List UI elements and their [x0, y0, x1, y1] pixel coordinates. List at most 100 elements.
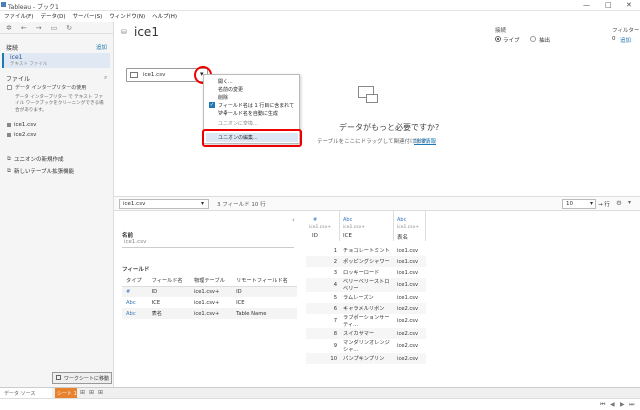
table-select[interactable]: ice1.csv ▾: [119, 199, 209, 209]
menu-help[interactable]: ヘルプ(H): [152, 12, 177, 20]
table-row[interactable]: # ID ice1.csv+ ID: [122, 286, 297, 297]
live-radio[interactable]: [495, 36, 501, 42]
table-row[interactable]: 4 ベリーベリーストロベリー ice1.csv: [306, 278, 426, 292]
maximize-button[interactable]: □: [605, 1, 612, 9]
connection-mode-label: 接続: [495, 28, 507, 34]
ice-cell: パンプキンプリン: [343, 356, 385, 362]
rows-input[interactable]: 10 ▾: [562, 199, 596, 209]
table-row[interactable]: 8 スイカサマー ice2.csv: [306, 328, 426, 339]
new-union-item[interactable]: ⧉ ユニオンの新規作成: [7, 155, 63, 164]
tableau-home-icon[interactable]: ✲: [6, 24, 12, 32]
table-name-cell: ice2.csv: [397, 330, 419, 337]
file-name: ice2.csv: [14, 132, 37, 138]
table-row[interactable]: Abc 表名 ice1.csv+ Table Name: [122, 308, 297, 319]
learn-more-link[interactable]: 詳細情報: [414, 137, 436, 145]
live-label: ライブ: [503, 38, 520, 44]
id-cell: 4: [333, 282, 337, 288]
nav-last-icon[interactable]: ⏭: [629, 401, 634, 409]
close-button[interactable]: ✕: [626, 1, 632, 9]
save-icon[interactable]: ▭: [51, 24, 58, 32]
nav-next-icon[interactable]: ▶: [620, 401, 625, 408]
table-row[interactable]: 9 マンダリンオレンジシャ... ice2.csv: [306, 339, 426, 353]
grid-body: 1 チョコレートミント ice1.csv 2 ポッピングシャワー ice1.csv 3ロ…: [306, 245, 426, 364]
type-cell[interactable]: Abc: [122, 297, 148, 308]
new-story-icon[interactable]: ⊞: [98, 389, 103, 396]
collapse-icon[interactable]: ‹: [292, 216, 295, 224]
nav-prev-icon[interactable]: ◀: [610, 401, 615, 408]
go-to-sheet-button[interactable]: ワークシートに移動: [52, 372, 112, 384]
menu-item-rename[interactable]: 名前の変更: [218, 86, 243, 93]
gear-icon[interactable]: ⚙: [616, 199, 622, 207]
name-field[interactable]: ice1.csv: [122, 238, 294, 248]
header-source: ice1.csv+: [309, 225, 332, 230]
interpreter-checkbox[interactable]: [7, 85, 12, 90]
table-name-cell: ice1.csv: [397, 282, 419, 288]
table-row[interactable]: 2 ポッピングシャワー ice1.csv: [306, 256, 426, 267]
add-connection-link[interactable]: 追加: [96, 43, 107, 51]
type-icon[interactable]: Abc: [343, 217, 352, 223]
menu-item-delete[interactable]: 削除: [218, 94, 228, 101]
search-icon[interactable]: ⌕: [104, 74, 107, 82]
new-dashboard-icon[interactable]: ⊞: [89, 389, 94, 396]
menu-item-open[interactable]: 開く...: [218, 78, 233, 85]
table-row[interactable]: Abc ICE ice1.csv+ ICE: [122, 297, 297, 308]
menu-item-convert-union[interactable]: ユニオンに変換...: [218, 120, 258, 125]
menu-item-generate-field-names[interactable]: フィールド名を自動に生成: [218, 110, 278, 117]
table-row[interactable]: 6 キャラメルリボン ice2.csv: [306, 303, 426, 314]
new-table-extension-item[interactable]: ⧉ 新しいテーブル拡張機能: [7, 167, 74, 176]
interpreter-desc: データ インタープリター で テキスト ファイル ワークブックをクリーニングでき…: [15, 95, 104, 113]
table-pill-label: ice1.csv: [143, 72, 166, 78]
col-remote-header[interactable]: リモートフィールド名: [232, 275, 297, 286]
id-cell: 8: [333, 330, 337, 337]
menu-server[interactable]: サーバー(S): [73, 12, 103, 20]
files-label: ファイル: [6, 76, 31, 83]
menu-window[interactable]: ウィンドウ(N): [109, 12, 145, 20]
window-title: Tableau - ブック1: [8, 4, 59, 11]
table-row[interactable]: 3 ロッキーロード ice1.csv: [306, 267, 426, 278]
id-cell: 6: [333, 305, 337, 312]
col-table-header[interactable]: 物理テーブル: [190, 275, 232, 286]
extract-radio[interactable]: [530, 36, 536, 42]
grid-header-table-name[interactable]: Abc ice1.csv+ 表名: [394, 211, 426, 241]
page-title[interactable]: ice1: [134, 25, 159, 39]
table-row[interactable]: 7 ラブポーションサーティ... ice2.csv: [306, 314, 426, 328]
header-source: ice1.csv+: [343, 225, 366, 230]
type-cell[interactable]: Abc: [122, 308, 148, 319]
table-row[interactable]: 10 パンプキンプリン ice2.csv: [306, 353, 426, 364]
id-cell: 5: [333, 294, 337, 301]
tab-sheet1[interactable]: シート 1: [55, 388, 77, 398]
menu-file[interactable]: ファイル(F): [4, 12, 33, 20]
col-type-header[interactable]: タイプ: [122, 275, 148, 286]
filter-add-link[interactable]: 追加: [620, 36, 631, 44]
menu-data[interactable]: データ(D): [40, 12, 65, 20]
type-icon[interactable]: #: [313, 217, 317, 223]
chevron-down-icon[interactable]: ▾: [628, 199, 631, 206]
connection-item[interactable]: ice1 テキスト ファイル: [2, 53, 110, 68]
col-field-header[interactable]: フィールド名: [148, 275, 190, 286]
minimize-button[interactable]: —: [583, 1, 590, 9]
table-row[interactable]: 5 ラムレーズン ice1.csv: [306, 292, 426, 303]
table-name-cell: ice2.csv: [397, 343, 419, 349]
file-item[interactable]: ice1.csv: [7, 122, 36, 128]
ice-cell: キャラメルリボン: [343, 306, 385, 312]
grid-header-id[interactable]: # ice1.csv+ ID: [306, 211, 340, 241]
type-icon[interactable]: Abc: [397, 217, 406, 223]
new-sheet-icon[interactable]: ⊞: [80, 389, 85, 396]
sheet-tabs: データ ソース シート 1 ⊞ ⊞ ⊞: [0, 387, 640, 398]
table-icon: [7, 133, 11, 137]
back-icon[interactable]: ←: [21, 24, 27, 32]
refresh-icon[interactable]: ↻: [66, 24, 72, 32]
table-cell: ice1.csv+: [193, 310, 220, 317]
table-cell: ice1.csv+: [193, 288, 220, 295]
file-item[interactable]: ice2.csv: [7, 132, 36, 138]
table-icon: [7, 123, 11, 127]
forward-icon[interactable]: →: [36, 24, 42, 32]
data-grid: # ice1.csv+ ID Abc ice1.csv+ ICE Abc ice…: [306, 211, 640, 387]
name-value: ice1.csv: [124, 239, 147, 245]
nav-first-icon[interactable]: ⏮: [600, 401, 605, 409]
tab-data-source[interactable]: データ ソース: [0, 388, 52, 398]
grid-header-ice[interactable]: Abc ice1.csv+ ICE: [340, 211, 394, 241]
type-cell[interactable]: #: [122, 286, 148, 297]
remote-cell: ICE: [236, 299, 245, 306]
table-row[interactable]: 1 チョコレートミント ice1.csv: [306, 245, 426, 256]
